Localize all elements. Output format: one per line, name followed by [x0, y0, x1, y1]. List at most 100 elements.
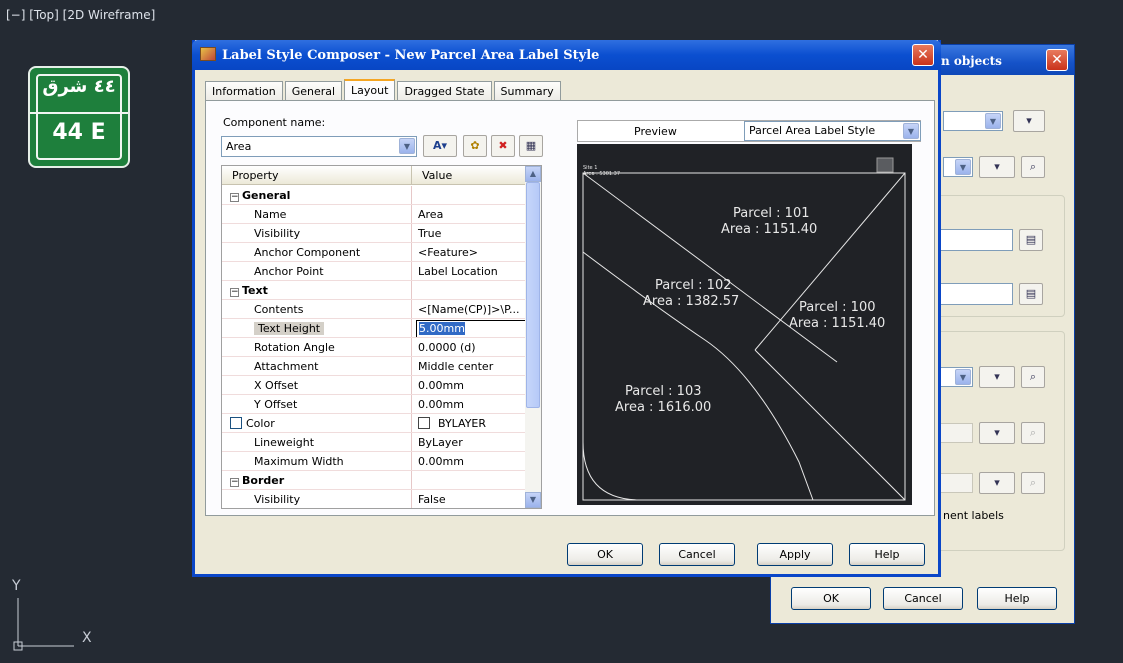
scroll-down-icon[interactable]: ▼ [525, 492, 541, 508]
close-icon[interactable]: ✕ [912, 44, 934, 66]
property-value[interactable]: <[Name(CP)]>\P... [412, 300, 527, 318]
grid-row[interactable]: Y Offset 0.00mm [222, 395, 527, 414]
grid-category-border[interactable]: − Border [222, 471, 527, 490]
grid-row[interactable]: Attachment Middle center [222, 357, 527, 376]
road-sign-divider [30, 112, 128, 114]
color-checkbox[interactable] [230, 417, 242, 429]
back-help-button[interactable]: Help [977, 587, 1057, 610]
grid-category-text[interactable]: − Text [222, 281, 527, 300]
property-value[interactable]: ByLayer [412, 433, 527, 451]
ok-button[interactable]: OK [567, 543, 643, 566]
grid-category-general[interactable]: − General [222, 186, 527, 205]
tab-summary[interactable]: Summary [493, 81, 561, 101]
grid-row[interactable]: Maximum Width 0.00mm [222, 452, 527, 471]
property-value[interactable]: 0.00mm [412, 376, 527, 394]
close-icon[interactable]: ✕ [1046, 49, 1068, 71]
property-name: Text Height [254, 322, 325, 335]
property-name: Y Offset [222, 395, 412, 413]
copy-component-icon[interactable]: ✿ [463, 135, 487, 157]
property-value: BYLAYER [438, 417, 487, 430]
text-height-input[interactable]: 5.00mm [416, 320, 527, 337]
collapse-icon[interactable]: − [230, 193, 239, 202]
viewport-label[interactable]: [−] [Top] [2D Wireframe] [6, 8, 155, 22]
back-combo-5 [939, 473, 973, 493]
grid-row[interactable]: Color BYLAYER [222, 414, 527, 433]
property-name: Attachment [222, 357, 412, 375]
text-component-icon[interactable]: A▾ [423, 135, 457, 157]
ucs-y-label: Y [12, 578, 21, 594]
property-value[interactable]: Middle center [412, 357, 527, 375]
road-sign-block: ٤٤ شرق 44 E [28, 66, 130, 168]
back-field-1[interactable] [939, 229, 1013, 251]
back-combo-2[interactable]: ▼ [943, 157, 973, 177]
grid-row[interactable]: Rotation Angle 0.0000 (d) [222, 338, 527, 357]
property-value[interactable]: 0.0000 (d) [412, 338, 527, 356]
grid-row[interactable]: Anchor Component <Feature> [222, 243, 527, 262]
grid-row[interactable]: Visibility True [222, 224, 527, 243]
new-style-icon[interactable]: ▾ [1013, 110, 1045, 132]
tab-dragged-state[interactable]: Dragged State [397, 81, 492, 101]
property-value[interactable]: Area [412, 205, 527, 223]
property-value[interactable]: <Feature> [412, 243, 527, 261]
cancel-button[interactable]: Cancel [659, 543, 735, 566]
grid-row-selected[interactable]: Text Height 5.00mm [222, 319, 527, 338]
dropdown-arrow-icon: ▼ [903, 123, 919, 139]
grid-row[interactable]: Lineweight ByLayer [222, 433, 527, 452]
property-name: Color [246, 417, 275, 430]
preview-style-icon[interactable]: ⌕ [1021, 156, 1045, 178]
property-name: Name [222, 205, 412, 223]
parcel-102-name: Parcel : 102 [655, 278, 732, 293]
dialog-title: Label Style Composer - New Parcel Area L… [222, 48, 600, 63]
back-cancel-button[interactable]: Cancel [883, 587, 963, 610]
preview-label: Preview [634, 125, 677, 138]
component-name-select[interactable]: Area ▼ [221, 136, 417, 157]
category-label: Text [242, 284, 268, 297]
pick-icon[interactable]: ▤ [1019, 229, 1043, 251]
help-button[interactable]: Help [849, 543, 925, 566]
delete-component-icon[interactable]: ✖ [491, 135, 515, 157]
back-ok-button[interactable]: OK [791, 587, 871, 610]
grid-row[interactable]: Anchor Point Label Location [222, 262, 527, 281]
dropdown-arrow-icon: ▼ [399, 138, 415, 154]
property-value[interactable]: 0.00mm [412, 395, 527, 413]
property-value[interactable]: False [412, 490, 527, 508]
scroll-up-icon[interactable]: ▲ [525, 166, 541, 182]
dialog-app-icon [200, 47, 216, 61]
property-grid: Property Value − General Name Area Visibi… [221, 165, 542, 509]
dialog-title-bar[interactable]: Label Style Composer - New Parcel Area L… [192, 40, 941, 70]
property-name: X Offset [222, 376, 412, 394]
grid-header: Property Value [222, 166, 527, 185]
grid-row[interactable]: X Offset 0.00mm [222, 376, 527, 395]
back-combo-3[interactable]: ▼ [939, 367, 973, 387]
scroll-thumb[interactable] [526, 182, 540, 408]
edit-style-icon[interactable]: ▾ [979, 472, 1015, 494]
tab-layout[interactable]: Layout [344, 79, 396, 101]
preview-style-select[interactable]: Parcel Area Label Style ▼ [744, 121, 921, 141]
grid-row[interactable]: Visibility False [222, 490, 527, 508]
edit-style-icon[interactable]: ▾ [979, 156, 1015, 178]
draw-order-icon[interactable]: ▦ [519, 135, 543, 157]
dropdown-arrow-icon: ▼ [985, 113, 1001, 129]
property-value[interactable]: True [412, 224, 527, 242]
grid-scrollbar[interactable]: ▲ ▼ [525, 166, 541, 508]
grid-row[interactable]: Name Area [222, 205, 527, 224]
property-value[interactable]: 0.00mm [412, 452, 527, 470]
parcel-101-name: Parcel : 101 [733, 206, 810, 221]
preview-style-icon[interactable]: ⌕ [1021, 366, 1045, 388]
grid-header-value: Value [412, 166, 527, 184]
apply-button[interactable]: Apply [757, 543, 833, 566]
tab-strip: Information General Layout Dragged State… [205, 79, 563, 101]
tab-general[interactable]: General [284, 81, 343, 101]
edit-style-icon[interactable]: ▾ [979, 422, 1015, 444]
property-name: Anchor Component [222, 243, 412, 261]
grid-rows: − General Name Area Visibility True Ancho… [222, 186, 527, 508]
collapse-icon[interactable]: − [230, 478, 239, 487]
back-combo-1[interactable]: ▼ [943, 111, 1003, 131]
grid-row[interactable]: Contents <[Name(CP)]>\P... [222, 300, 527, 319]
tab-information[interactable]: Information [205, 81, 283, 101]
collapse-icon[interactable]: − [230, 288, 239, 297]
back-field-2[interactable] [939, 283, 1013, 305]
edit-style-icon[interactable]: ▾ [979, 366, 1015, 388]
property-value[interactable]: Label Location [412, 262, 527, 280]
pick-icon[interactable]: ▤ [1019, 283, 1043, 305]
